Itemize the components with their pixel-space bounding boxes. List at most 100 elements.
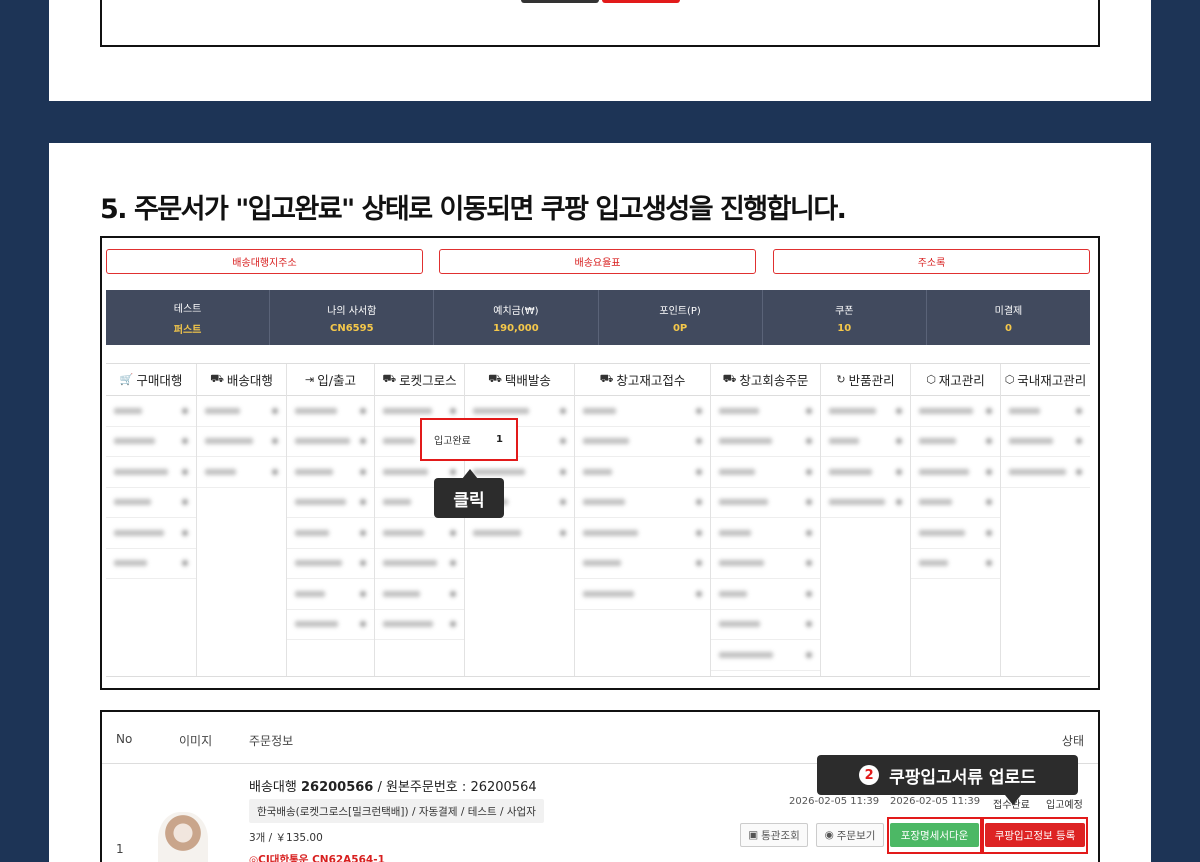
menu-item[interactable] [287,396,374,427]
menu-item[interactable] [711,488,820,518]
menu-column-header[interactable]: ⛟ 배송대행 [197,364,286,396]
menu-column: ⬡ 국내재고관리 [1001,364,1090,676]
menu-item[interactable] [1001,396,1090,427]
dark-button[interactable] [521,0,599,3]
menu-item[interactable] [375,549,464,579]
menu-item[interactable] [911,427,1000,457]
menu-item[interactable] [575,549,710,579]
menu-item[interactable] [575,518,710,549]
menu-column-header[interactable]: ⬡ 재고관리 [911,364,1000,396]
menu-item[interactable] [106,457,196,488]
stat-value: 190,000 [493,322,539,334]
menu-item[interactable] [711,610,820,640]
menu-column-header[interactable]: ⛟ 창고재고접수 [575,364,710,396]
product-thumbnail[interactable] [158,812,208,862]
menu-column: ⛟ 택배발송 [465,364,575,676]
menu-column-header[interactable]: ⛟ 창고회송주문 [711,364,820,396]
menu-item[interactable] [575,396,710,427]
tracking-info[interactable]: ◎CJ대한통운 CN62A564-1 [249,852,385,862]
menu-item[interactable] [575,457,710,488]
blurred-label [583,499,625,506]
blurred-menu-item [295,499,366,506]
menu-item[interactable] [287,518,374,549]
menu-column-header[interactable]: ⛟ 로켓그로스 [375,364,464,396]
service-menu-grid: 🛒 구매대행 ⛟ 배송대행 ⇥ 입/출고 ⛟ 로켓그로스 ⛟ 택배발송 ⛟ 창고재고접수 ⛟ 창고회송주문… [106,363,1090,677]
menu-item[interactable] [106,549,196,579]
menu-item[interactable] [106,427,196,457]
menu-column: ⛟ 로켓그로스 [375,364,465,676]
blurred-label [295,590,325,597]
top-panel [49,0,1151,101]
menu-item[interactable] [711,518,820,549]
menu-item[interactable] [911,549,1000,579]
menu-item[interactable] [711,457,820,488]
menu-item[interactable] [106,396,196,427]
menu-item[interactable] [575,579,710,610]
blurred-label [829,499,885,506]
blurred-label [719,499,768,506]
menu-item[interactable] [287,549,374,579]
menu-item[interactable] [821,457,910,488]
menu-item[interactable] [711,640,820,671]
menu-item[interactable] [1001,457,1090,488]
menu-item[interactable] [911,488,1000,518]
blurred-count [450,407,456,414]
order-number[interactable]: 26200566 [301,780,373,795]
view-order-button[interactable]: ◉ 주문보기 [816,823,884,847]
blurred-count [360,560,366,567]
blurred-label [295,407,337,414]
menu-item[interactable] [711,427,820,457]
blurred-label [719,651,773,658]
menu-item[interactable] [287,579,374,610]
menu-item[interactable] [711,579,820,610]
menu-column-header[interactable]: 🛒 구매대행 [106,364,196,396]
menu-item[interactable] [575,488,710,518]
menu-column: ⛟ 창고회송주문 [711,364,821,676]
menu-item[interactable] [197,396,286,427]
menu-item[interactable] [287,427,374,457]
address-book-link-button[interactable]: 주소록 [773,249,1090,274]
blurred-count [896,407,902,414]
menu-item[interactable] [197,457,286,488]
menu-item[interactable] [821,427,910,457]
menu-column-header[interactable]: ⇥ 입/출고 [287,364,374,396]
menu-item[interactable] [375,518,464,549]
menu-item[interactable] [911,457,1000,488]
menu-item[interactable] [375,579,464,610]
menu-item[interactable] [911,396,1000,427]
menu-item[interactable] [287,457,374,488]
menu-item[interactable] [287,488,374,518]
blurred-menu-item [583,529,702,536]
red-button[interactable] [602,0,680,3]
menu-item[interactable] [1001,427,1090,457]
blurred-label [583,560,621,567]
customs-button[interactable]: ▣ 통관조회 [740,823,808,847]
menu-item[interactable] [106,518,196,549]
menu-item[interactable] [911,518,1000,549]
stat-value: 0P [672,322,688,334]
blurred-count [986,560,992,567]
address-link-button[interactable]: 배송대행지주소 [106,249,423,274]
menu-item[interactable] [575,427,710,457]
refresh-icon: ↻ [836,373,846,386]
menu-item[interactable] [711,549,820,579]
menu-column-header[interactable]: ⛟ 택배발송 [465,364,574,396]
menu-item[interactable] [375,610,464,640]
menu-column-label: 택배발송 [504,373,551,388]
blurred-menu-item [829,499,902,506]
rate-table-link-button[interactable]: 배송요율표 [439,249,756,274]
blurred-menu-item [919,468,992,475]
menu-item[interactable] [287,610,374,640]
inbound-complete-highlight[interactable]: 입고완료 1 [420,418,518,461]
menu-item[interactable] [821,396,910,427]
menu-column-header[interactable]: ↻ 반품관리 [821,364,910,396]
menu-item[interactable] [711,396,820,427]
blurred-count [182,560,188,567]
blurred-count [806,560,812,567]
menu-item[interactable] [197,427,286,457]
menu-item[interactable] [821,488,910,518]
col-status: 상태 [1061,734,1084,748]
menu-item[interactable] [106,488,196,518]
menu-column-header[interactable]: ⬡ 국내재고관리 [1001,364,1090,396]
menu-item[interactable] [465,518,574,549]
